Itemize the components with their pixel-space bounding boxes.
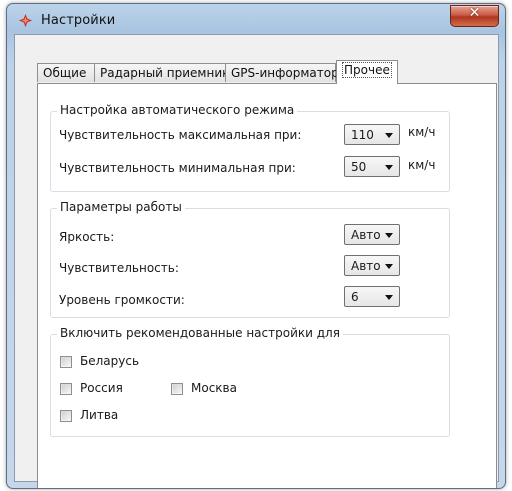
tab-other[interactable]: Прочее <box>336 60 398 84</box>
work-params-group: Параметры работы Яркость: Авто Чувствите… <box>50 200 450 318</box>
max-speed-unit: км/ч <box>408 125 436 139</box>
close-button[interactable]: ✕ <box>450 5 499 27</box>
settings-window: Настройки ✕ Общие Радарный приемник GPS-… <box>6 3 506 489</box>
tab-radar-receiver-label: Радарный приемник <box>100 66 230 80</box>
window-title: Настройки <box>41 13 116 28</box>
sensitivity-select[interactable]: Авто <box>344 255 400 276</box>
min-sensitivity-label: Чувствительность минимальная при: <box>59 161 296 175</box>
auto-mode-group-title: Настройка автоматического режима <box>57 103 298 117</box>
moscow-label[interactable]: Москва <box>191 381 237 395</box>
tab-panel-other: Настройка автоматического режима Чувстви… <box>37 83 497 488</box>
max-speed-select[interactable]: 110 <box>344 124 400 145</box>
volume-value: 6 <box>351 290 359 304</box>
chevron-down-icon <box>385 133 393 138</box>
lithuania-checkbox[interactable] <box>60 410 72 422</box>
tab-gps-informer[interactable]: GPS-информатор <box>225 63 339 82</box>
tab-radar-receiver[interactable]: Радарный приемник <box>94 63 230 82</box>
app-logo-icon <box>18 13 33 28</box>
max-speed-value: 110 <box>351 128 374 142</box>
chevron-down-icon <box>385 264 393 269</box>
close-icon: ✕ <box>468 5 481 21</box>
tab-general-label: Общие <box>43 66 87 80</box>
auto-mode-group: Настройка автоматического режима Чувстви… <box>50 103 450 192</box>
chevron-down-icon <box>385 295 393 300</box>
volume-select[interactable]: 6 <box>344 286 400 307</box>
work-params-group-title: Параметры работы <box>57 200 185 214</box>
min-speed-value: 50 <box>351 160 367 174</box>
brightness-select[interactable]: Авто <box>344 224 400 245</box>
tab-gps-informer-label: GPS-информатор <box>231 66 339 80</box>
title-bar[interactable]: Настройки ✕ <box>7 4 505 34</box>
brightness-label: Яркость: <box>59 230 115 244</box>
max-sensitivity-label: Чувствительность максимальная при: <box>59 128 302 142</box>
tab-general[interactable]: Общие <box>37 63 95 82</box>
lithuania-label[interactable]: Литва <box>80 408 118 422</box>
volume-label: Уровень громкости: <box>59 293 185 307</box>
sensitivity-value: Авто <box>351 259 381 273</box>
belarus-checkbox[interactable] <box>60 356 72 368</box>
tab-other-label: Прочее <box>342 62 392 78</box>
belarus-label[interactable]: Беларусь <box>80 354 139 368</box>
moscow-checkbox[interactable] <box>171 383 183 395</box>
min-speed-unit: км/ч <box>408 158 436 172</box>
brightness-value: Авто <box>351 228 381 242</box>
russia-label[interactable]: Россия <box>80 381 123 395</box>
sensitivity-label: Чувствительность: <box>59 261 179 275</box>
chevron-down-icon <box>385 165 393 170</box>
recommended-settings-group: Включить рекомендованные настройки для Б… <box>50 326 450 437</box>
russia-checkbox[interactable] <box>60 383 72 395</box>
dialog-client-area: Общие Радарный приемник GPS-информатор П… <box>14 34 499 488</box>
recommended-group-title: Включить рекомендованные настройки для <box>57 326 343 340</box>
min-speed-select[interactable]: 50 <box>344 156 400 177</box>
chevron-down-icon <box>385 233 393 238</box>
